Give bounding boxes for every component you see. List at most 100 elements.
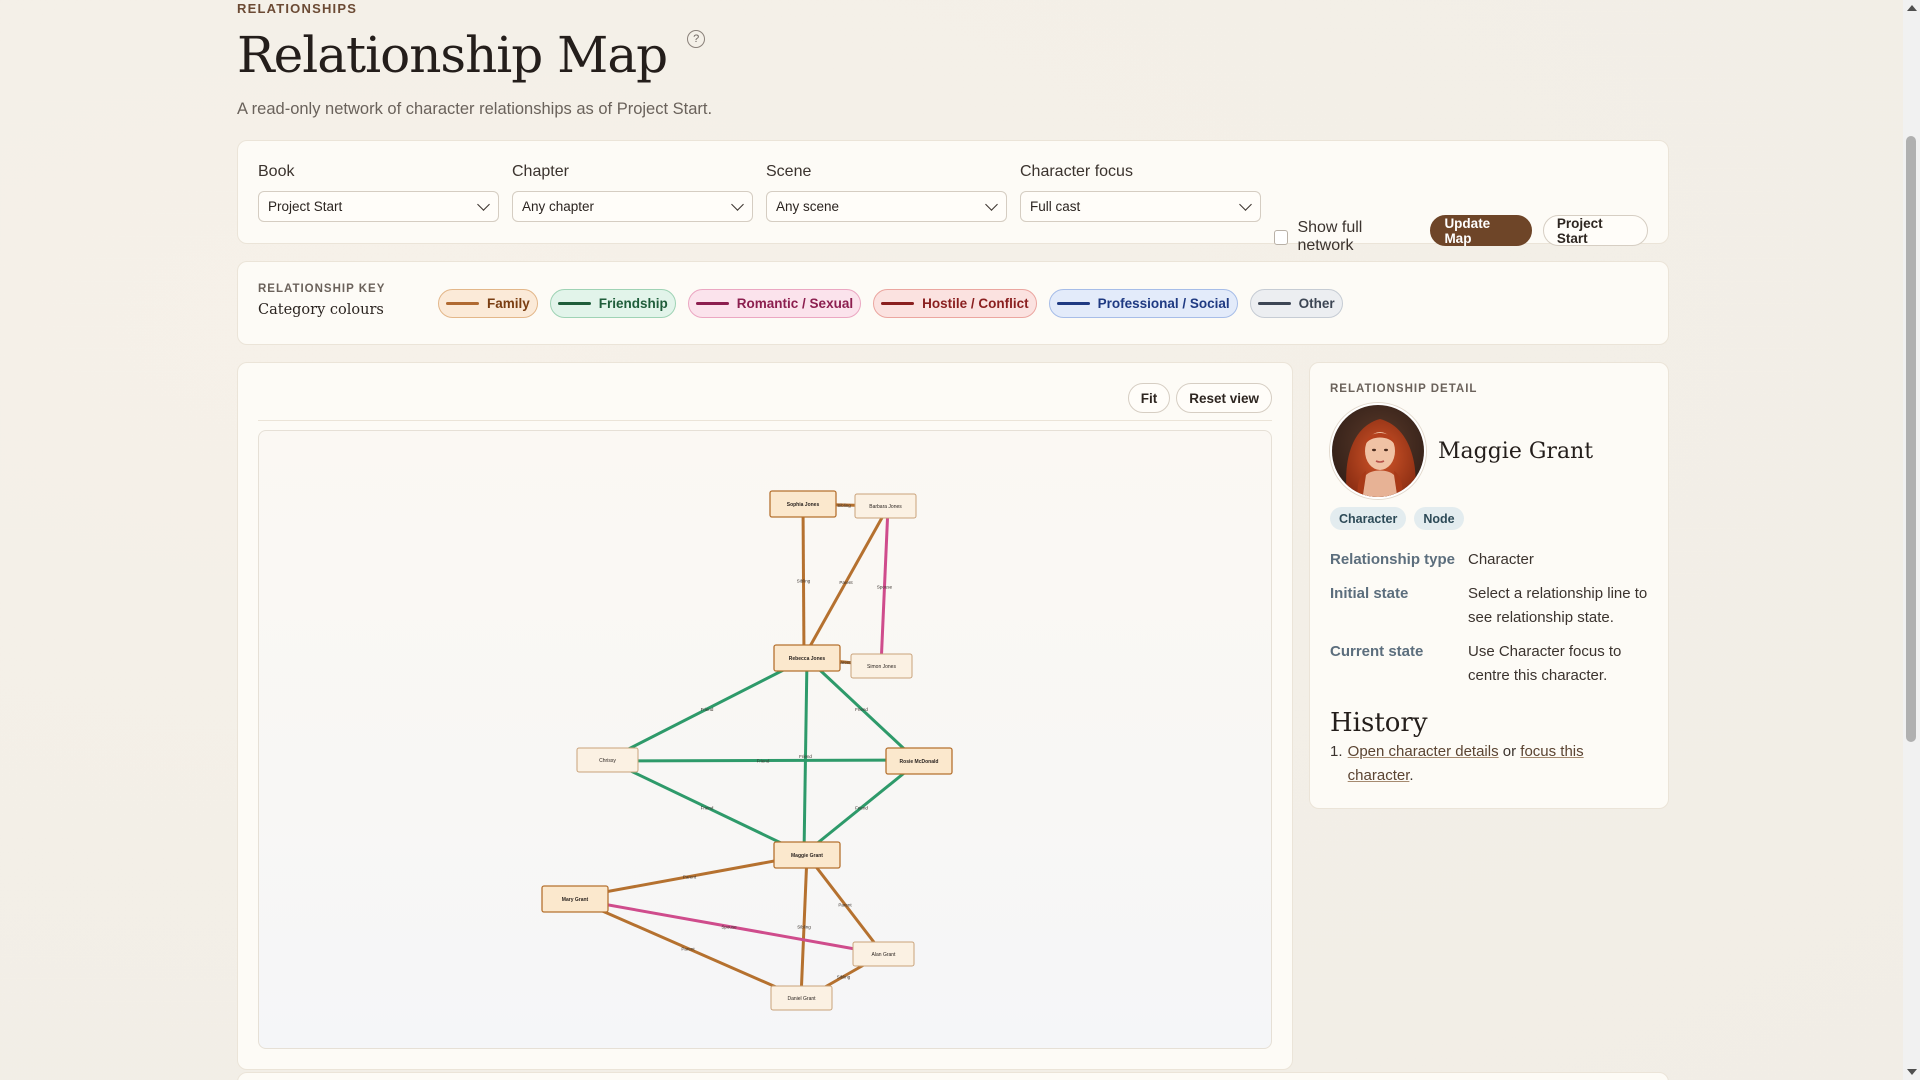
detail-name: Maggie Grant xyxy=(1438,438,1594,464)
open-character-details-link[interactable]: Open character details xyxy=(1348,743,1499,760)
edge-label: Sibling xyxy=(837,975,851,980)
key-chip-label: Other xyxy=(1298,296,1335,311)
key-chip-professional-social: Professional / Social xyxy=(1048,289,1238,318)
title-row: Relationship Map ? xyxy=(237,30,1669,80)
key-chip-hostile-conflict: Hostile / Conflict xyxy=(873,289,1037,318)
focus-select[interactable]: Full cast xyxy=(1020,191,1261,222)
focus-filter: Character focus Full cast xyxy=(1020,163,1261,222)
graph-panel: Fit Reset view Sibling Sibling Parent Spous… xyxy=(237,362,1293,1070)
edge-label: Friend xyxy=(701,707,714,712)
scroll-up-icon[interactable] xyxy=(1907,5,1917,11)
key-heading: RELATIONSHIP KEY Category colours xyxy=(258,283,438,344)
node-label: Mary Grant xyxy=(562,897,589,903)
edge-label: Friend xyxy=(855,707,868,712)
key-eyebrow: RELATIONSHIP KEY xyxy=(258,283,386,295)
next-panel xyxy=(237,1072,1669,1080)
detail-header: Maggie Grant xyxy=(1330,403,1648,499)
page-title: Relationship Map xyxy=(237,26,668,84)
character-node-simon[interactable]: Simon Jones xyxy=(850,653,913,679)
edge-label: Parent xyxy=(683,875,697,880)
node-label: Daniel Grant xyxy=(787,996,816,1002)
scene-select-value: Any scene xyxy=(776,199,840,214)
key-chip-label: Romantic / Sexual xyxy=(736,296,854,311)
key-swatch xyxy=(557,301,591,306)
character-node-chrissy[interactable]: Chrissy xyxy=(576,747,639,773)
history-or: or xyxy=(1498,743,1521,760)
relationship-detail-panel: RELATIONSHIP DETAIL Maggie Grant Charact… xyxy=(1309,362,1669,809)
chevron-down-icon xyxy=(477,197,490,211)
edge-label: Spouse xyxy=(877,585,893,590)
key-chip-label: Hostile / Conflict xyxy=(922,296,1029,311)
chapter-select[interactable]: Any chapter xyxy=(512,191,753,222)
tag-character: Character xyxy=(1330,507,1407,530)
book-select[interactable]: Project Start xyxy=(258,191,499,222)
update-map-button[interactable]: Update Map xyxy=(1430,215,1532,246)
fit-button[interactable]: Fit xyxy=(1127,383,1171,413)
key-swatch xyxy=(881,301,915,306)
chapter-filter: Chapter Any chapter xyxy=(512,163,753,222)
character-node-alan[interactable]: Alan Grant xyxy=(852,941,915,967)
show-full-network-checkbox[interactable] xyxy=(1274,229,1289,245)
page-eyebrow: RELATIONSHIPS xyxy=(237,1,358,16)
key-chip-label: Family xyxy=(487,296,530,311)
show-full-network-toggle[interactable]: Show full network xyxy=(1274,219,1417,255)
chapter-label: Chapter xyxy=(512,163,569,180)
key-chips: Family Friendship Romantic / Sexual Hostile… xyxy=(438,289,1343,344)
detail-list: Relationship type Character Initial stat… xyxy=(1330,548,1648,688)
book-label: Book xyxy=(258,163,295,180)
relationship-graph[interactable]: Sibling Sibling Parent Spouse Parent Friend Fr… xyxy=(259,431,1272,1049)
avatar xyxy=(1330,403,1426,499)
page: RELATIONSHIPS Relationship Map ? A read-… xyxy=(237,0,1669,1080)
detail-tags: Character Node xyxy=(1330,507,1648,530)
key-chip-other: Other xyxy=(1249,289,1343,318)
project-start-button[interactable]: Project Start xyxy=(1542,215,1648,246)
filter-bar: Book Project Start Chapter Any chapter S… xyxy=(237,140,1669,254)
character-node-rebecca[interactable]: Rebecca Jones xyxy=(773,644,841,672)
character-node-maggie[interactable]: Maggie Grant xyxy=(773,841,841,869)
divider xyxy=(258,420,1272,421)
character-node-daniel[interactable]: Daniel Grant xyxy=(770,985,833,1011)
chevron-down-icon xyxy=(985,197,998,211)
history-end: . xyxy=(1409,767,1414,784)
detail-term: Current state xyxy=(1330,643,1424,660)
graph-canvas[interactable]: Sibling Sibling Parent Spouse Parent Friend Fr… xyxy=(258,430,1272,1049)
key-subtitle: Category colours xyxy=(258,302,384,318)
edge-label: Parent xyxy=(839,580,853,585)
edge-label: Sibling xyxy=(837,503,851,508)
scene-label: Scene xyxy=(766,163,812,180)
key-chip-label: Professional / Social xyxy=(1097,296,1230,311)
history-number: 1. xyxy=(1330,743,1343,760)
edge-label: Friend xyxy=(701,806,714,811)
character-node-rosie[interactable]: Rosie McDonald xyxy=(885,747,953,775)
scroll-down-icon[interactable] xyxy=(1907,1069,1917,1075)
edge-label: Friend xyxy=(799,754,812,759)
node-label: Alan Grant xyxy=(872,952,897,958)
book-select-value: Project Start xyxy=(268,199,343,214)
character-node-mary[interactable]: Mary Grant xyxy=(541,885,609,913)
tag-node: Node xyxy=(1414,507,1464,530)
detail-value: Select a relationship line to see relati… xyxy=(1468,585,1648,626)
node-label: Simon Jones xyxy=(867,664,896,670)
help-icon[interactable]: ? xyxy=(687,30,706,48)
edge-label: Friend xyxy=(855,806,868,811)
scroll-thumb[interactable] xyxy=(1906,136,1916,742)
scene-select[interactable]: Any scene xyxy=(766,191,1007,222)
character-node-sophie[interactable]: Sophia Jones xyxy=(769,490,837,518)
detail-term: Initial state xyxy=(1330,585,1409,602)
history-heading: History xyxy=(1330,708,1428,738)
edge-label: Spouse xyxy=(721,925,737,930)
edge-label: Parent xyxy=(681,947,695,952)
show-full-network-label: Show full network xyxy=(1297,219,1363,254)
chevron-down-icon xyxy=(731,197,744,211)
portrait-image xyxy=(1332,405,1424,497)
reset-view-button[interactable]: Reset view xyxy=(1176,383,1272,413)
history-list: 1. Open character details or focus this … xyxy=(1330,740,1648,788)
key-swatch xyxy=(695,301,729,306)
node-label: Sophia Jones xyxy=(787,502,820,508)
scrollbar[interactable] xyxy=(1903,0,1920,1080)
edge-label: Sibling xyxy=(797,579,811,584)
character-node-barbara[interactable]: Barbara Jones xyxy=(854,493,917,519)
graph-toolbar: Fit Reset view xyxy=(1127,383,1272,413)
edge-label: Friend xyxy=(757,759,770,764)
node-label: Rosie McDonald xyxy=(900,759,939,765)
